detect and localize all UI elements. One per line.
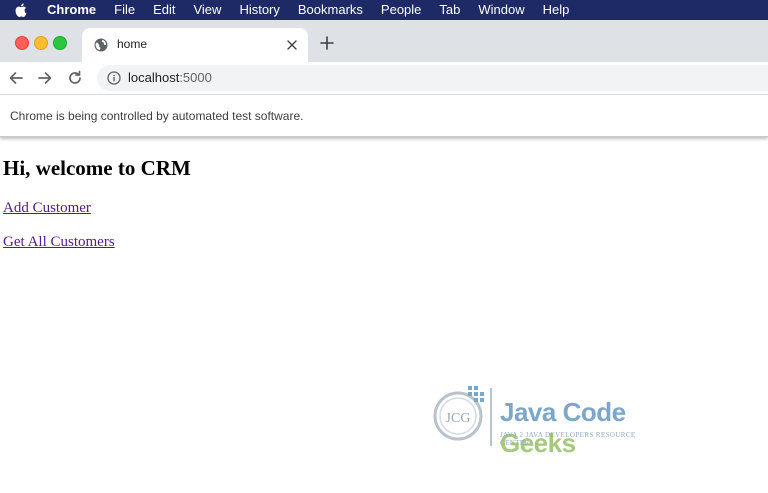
menu-history[interactable]: History — [230, 0, 288, 20]
menu-edit[interactable]: Edit — [144, 0, 184, 20]
close-tab-icon[interactable] — [286, 39, 298, 51]
tab-title: home — [117, 37, 148, 51]
forward-arrow-icon[interactable] — [37, 70, 53, 86]
menu-window[interactable]: Window — [469, 0, 533, 20]
url-host: localhost — [128, 70, 180, 85]
address-bar[interactable]: localhost:5000 — [97, 65, 768, 91]
menu-bookmarks[interactable]: Bookmarks — [289, 0, 372, 20]
infobar-message: Chrome is being controlled by automated … — [10, 109, 304, 123]
logo-initials: JCG — [446, 411, 471, 426]
page-heading: Hi, welcome to CRM — [3, 156, 191, 180]
tab-home[interactable]: home — [82, 28, 308, 62]
macos-menu-bar: Chrome File Edit View History Bookmarks … — [0, 0, 768, 20]
url-text[interactable]: localhost:5000 — [128, 70, 212, 85]
menu-tab[interactable]: Tab — [430, 0, 469, 20]
reload-icon[interactable] — [67, 70, 83, 86]
menu-people[interactable]: People — [372, 0, 430, 20]
menu-help[interactable]: Help — [534, 0, 579, 20]
automation-infobar: Chrome is being controlled by automated … — [0, 95, 768, 137]
apple-icon[interactable] — [14, 2, 28, 18]
close-window-button[interactable] — [15, 36, 29, 50]
jcg-logo-icon: JCG — [433, 386, 492, 446]
minimize-window-button[interactable] — [34, 36, 48, 50]
java-code-geeks-watermark: JCG Java Code Geeks Java 2 Java Develope… — [430, 382, 662, 458]
back-arrow-icon[interactable] — [8, 70, 24, 86]
menu-app-name[interactable]: Chrome — [38, 0, 105, 20]
tab-strip: home — [0, 20, 768, 62]
watermark-title-java: Java Code — [500, 397, 626, 427]
watermark-title: Java Code Geeks — [500, 397, 662, 459]
menu-view[interactable]: View — [184, 0, 230, 20]
zoom-window-button[interactable] — [53, 36, 67, 50]
watermark-subtitle: Java 2 Java Developers Resource Center — [500, 431, 636, 447]
get-all-customers-link[interactable]: Get All Customers — [3, 234, 115, 251]
globe-icon — [94, 38, 108, 52]
url-port: :5000 — [179, 70, 212, 85]
browser-toolbar: localhost:5000 — [0, 62, 768, 95]
menu-file[interactable]: File — [105, 0, 144, 20]
add-customer-link[interactable]: Add Customer — [3, 200, 91, 217]
new-tab-button[interactable] — [318, 34, 336, 52]
info-icon[interactable] — [107, 71, 121, 85]
